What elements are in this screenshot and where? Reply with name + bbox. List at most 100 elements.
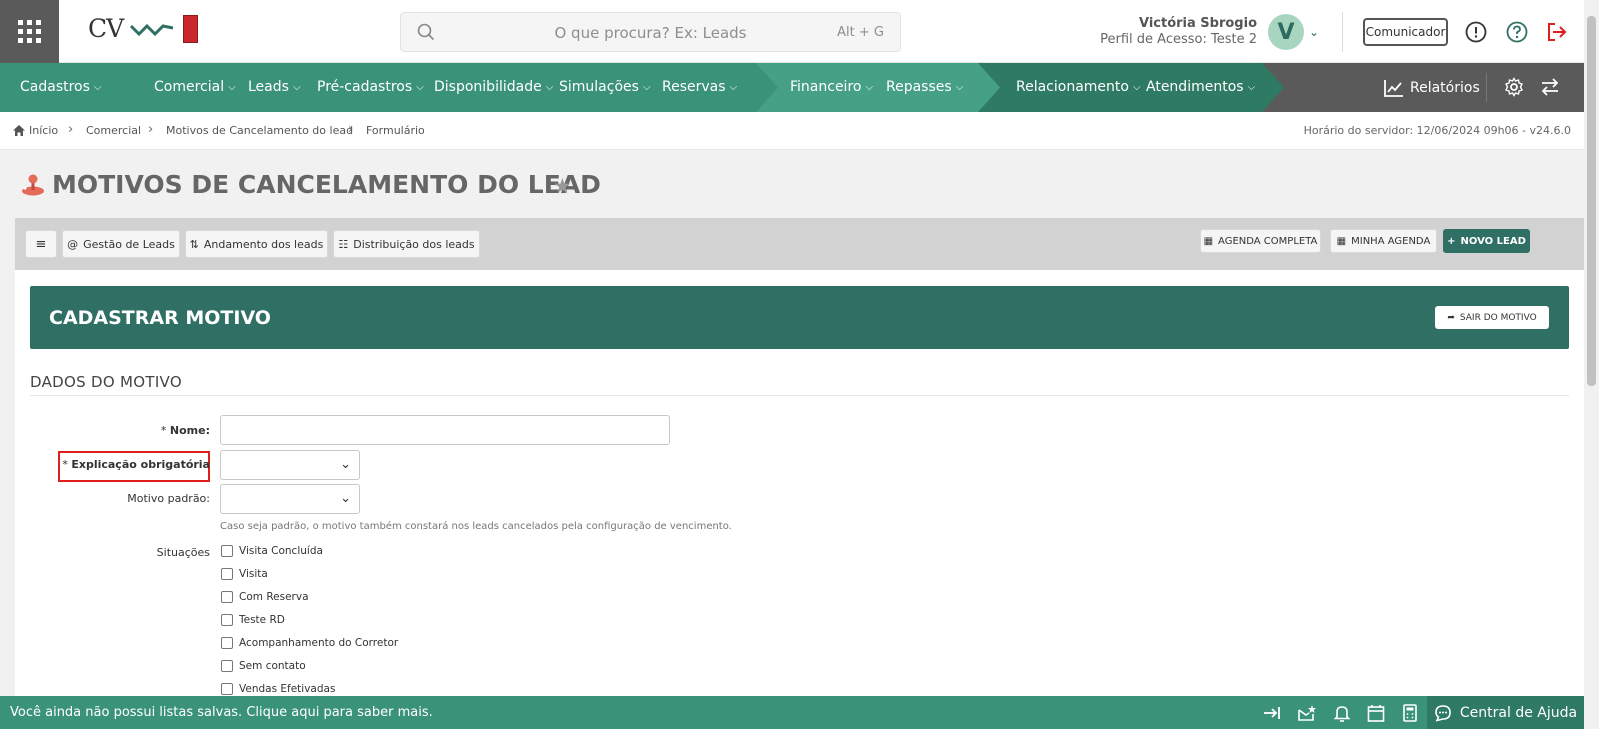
checkbox[interactable] — [221, 568, 233, 580]
nav-item-reservas[interactable]: Reservas ⌵ — [662, 79, 737, 95]
situacao-checkbox-row[interactable]: Com Reserva — [221, 591, 309, 603]
header-divider — [1342, 12, 1343, 52]
nav-item-label: Disponibilidade — [434, 79, 542, 95]
situacao-checkbox-row[interactable]: Visita — [221, 568, 268, 580]
scroll-thumb[interactable] — [1587, 16, 1596, 386]
home-icon[interactable] — [12, 124, 26, 137]
checkbox[interactable] — [221, 614, 233, 626]
saved-lists-message[interactable]: Você ainda não possui listas salvas. Cli… — [10, 705, 433, 720]
gear-icon[interactable] — [1504, 77, 1524, 97]
nav-divider — [1486, 73, 1487, 102]
explicacao-label: * Explicação obrigatória — [62, 458, 210, 471]
situacao-checkbox-row[interactable]: Sem contato — [221, 660, 306, 672]
chevron-down-icon: ⌵ — [292, 81, 301, 93]
mail-star-icon[interactable] — [1297, 703, 1317, 723]
situacao-checkbox-row[interactable]: Vendas Efetivadas — [221, 683, 335, 695]
user-name: Victória Sbrogio — [1138, 16, 1257, 31]
breadcrumb-formulario: Formulário — [366, 124, 425, 137]
nav-item-atendimentos[interactable]: Atendimentos ⌵ — [1146, 79, 1255, 95]
andamento-leads-button[interactable]: ⇅ Andamento dos leads — [185, 230, 328, 258]
situacao-checkbox-row[interactable]: Acompanhamento do Corretor — [221, 637, 398, 649]
nav-item-label: Atendimentos — [1146, 79, 1244, 95]
user-info[interactable]: Victória Sbrogio Perfil de Acesso: Teste… — [1100, 16, 1257, 48]
swap-arrows-icon[interactable] — [1540, 77, 1560, 97]
search-input[interactable]: O que procura? Ex: Leads — [401, 24, 900, 42]
nav-item-comercial[interactable]: Comercial ⌵ — [154, 79, 236, 95]
panel-title: CADASTRAR MOTIVO — [49, 307, 271, 329]
help-center-button[interactable]: Central de Ajuda — [1427, 696, 1584, 729]
server-time: Horário do servidor: 12/06/2024 09h06 - … — [1303, 124, 1571, 137]
nav-item-pre-cadastros[interactable]: Pré-cadastros ⌵ — [317, 79, 424, 95]
info-icon[interactable] — [1465, 21, 1487, 43]
global-search[interactable]: O que procura? Ex: Leads Alt + G — [400, 12, 901, 52]
search-shortcut-hint: Alt + G — [837, 25, 884, 40]
nome-field[interactable] — [220, 415, 670, 445]
share-arrow-icon: ➦ — [1447, 312, 1455, 323]
required-marker: * — [160, 424, 167, 437]
gestao-leads-button[interactable]: @ Gestão de Leads — [62, 230, 180, 258]
chevron-down-icon: ⌵ — [865, 81, 874, 93]
collapse-right-icon[interactable] — [1262, 703, 1282, 723]
chevron-down-icon: ⌵ — [955, 81, 964, 93]
breadcrumb: Início › Comercial › Motivos de Cancelam… — [0, 112, 1599, 150]
nav-item-leads[interactable]: Leads ⌵ — [248, 79, 301, 95]
comunicador-button[interactable]: Comunicador — [1363, 18, 1448, 46]
motivo-padrao-label: Motivo padrão: — [127, 492, 210, 505]
cv-logo[interactable]: CV — [88, 14, 199, 43]
chevron-right-icon: › — [148, 122, 154, 137]
logo-text: CV — [88, 14, 124, 43]
nav-item-cadastros[interactable]: Cadastros ⌵ — [20, 79, 102, 95]
breadcrumb-motivos[interactable]: Motivos de Cancelamento do lead — [166, 124, 353, 137]
nav-item-label: Reservas — [662, 79, 726, 95]
joystick-icon — [22, 174, 44, 196]
calculator-icon[interactable] — [1400, 703, 1420, 723]
exit-motivo-button[interactable]: ➦ SAIR DO MOTIVO — [1435, 306, 1549, 329]
novo-lead-button[interactable]: + NOVO LEAD — [1443, 229, 1530, 253]
breadcrumb-comercial[interactable]: Comercial — [86, 124, 141, 137]
nav-item-financeiro[interactable]: Financeiro ⌵ — [790, 79, 873, 95]
top-header: CV O que procura? Ex: Leads Alt + G Vict… — [0, 0, 1599, 63]
situacao-checkbox-row[interactable]: Teste RD — [221, 614, 285, 626]
nav-item-simulacoes[interactable]: Simulações ⌵ — [559, 79, 651, 95]
breadcrumb-inicio[interactable]: Início — [29, 124, 58, 137]
chevron-down-icon: ⌵ — [228, 81, 236, 93]
checkbox[interactable] — [221, 637, 233, 649]
nav-reports[interactable]: Relatórios — [1384, 63, 1480, 112]
apps-menu-button[interactable] — [0, 0, 59, 63]
exit-label: SAIR DO MOTIVO — [1459, 312, 1537, 323]
distribuicao-leads-button[interactable]: ☷ Distribuição dos leads — [333, 230, 480, 258]
help-icon[interactable] — [1506, 21, 1528, 43]
chevron-down-icon: ⌵ — [545, 81, 554, 93]
explicacao-select[interactable]: ⌄ — [220, 450, 360, 480]
situacao-label: Teste RD — [239, 614, 285, 626]
situacao-checkbox-row[interactable]: Visita Concluída — [221, 545, 323, 557]
logout-icon[interactable] — [1546, 21, 1568, 43]
agenda-completa-button[interactable]: ▦ AGENDA COMPLETA — [1200, 229, 1321, 253]
favorite-star-icon[interactable]: ★ — [553, 174, 572, 198]
checkbox[interactable] — [221, 660, 233, 672]
bell-icon[interactable] — [1332, 703, 1352, 723]
chevron-down-icon: ⌵ — [416, 81, 424, 93]
checkbox[interactable] — [221, 683, 233, 695]
checkbox[interactable] — [221, 591, 233, 603]
motivo-padrao-select[interactable]: ⌄ — [220, 484, 360, 514]
situacoes-label: Situações — [156, 546, 210, 559]
chevron-down-icon[interactable]: ⌄ — [1309, 25, 1319, 39]
nav-item-disponibilidade[interactable]: Disponibilidade ⌵ — [434, 79, 553, 95]
page-scrollbar[interactable] — [1584, 0, 1599, 729]
calendar-icon[interactable] — [1366, 703, 1386, 723]
nav-item-label: Financeiro — [790, 79, 862, 95]
minha-agenda-button[interactable]: ▦ MINHA AGENDA — [1330, 229, 1437, 253]
leads-toolbar: ≡ @ Gestão de Leads ⇅ Andamento dos lead… — [15, 218, 1584, 270]
checkbox[interactable] — [221, 545, 233, 557]
nav-item-label: Leads — [248, 79, 289, 95]
nav-item-repasses[interactable]: Repasses ⌵ — [886, 79, 963, 95]
nav-item-label: Relacionamento — [1016, 79, 1129, 95]
situacao-label: Visita Concluída — [239, 545, 323, 557]
avatar[interactable]: V — [1268, 14, 1304, 50]
apps-grid-icon — [18, 20, 41, 43]
nav-item-label: Pré-cadastros — [317, 79, 413, 95]
chevron-down-icon: ⌄ — [340, 491, 351, 506]
nav-item-relacionamento[interactable]: Relacionamento ⌵ — [1016, 79, 1141, 95]
menu-toggle-button[interactable]: ≡ — [25, 230, 57, 258]
